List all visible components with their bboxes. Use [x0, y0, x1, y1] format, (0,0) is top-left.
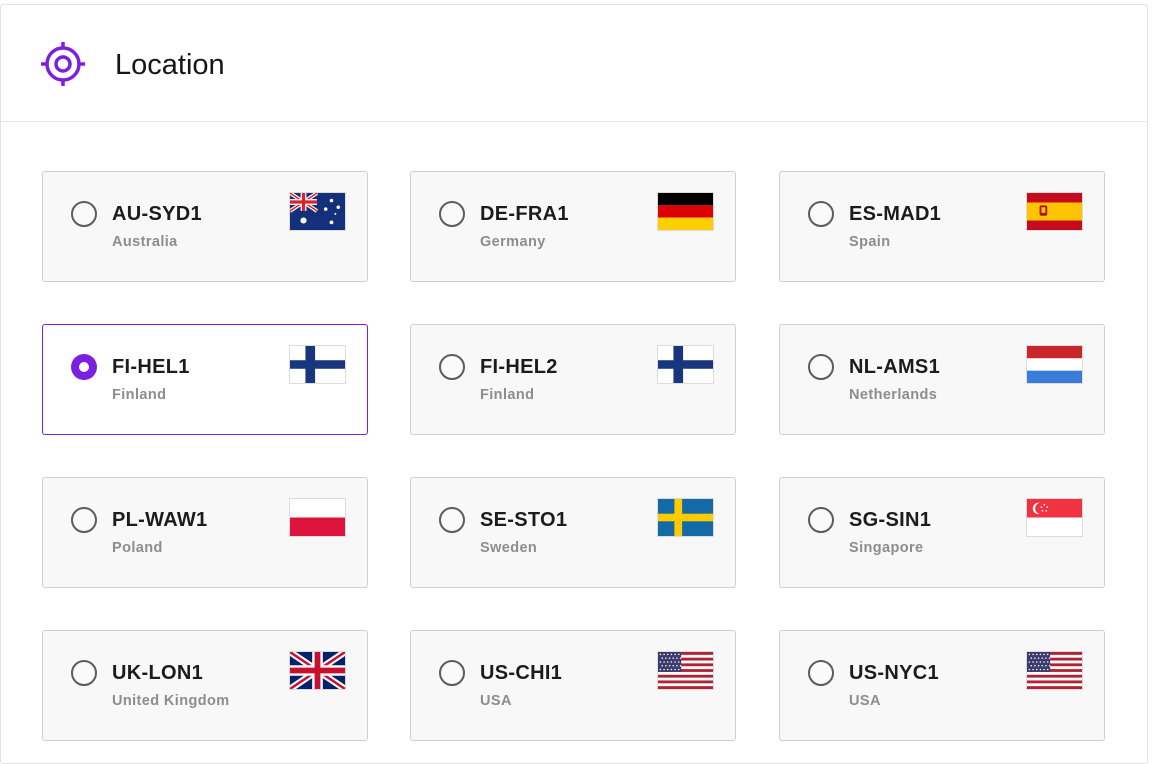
location-card-fi-hel1[interactable]: FI-HEL1 Finland: [42, 324, 368, 435]
location-radio[interactable]: [71, 201, 97, 227]
location-country: Poland: [112, 540, 163, 556]
location-code: SG-SIN1: [849, 509, 932, 531]
location-country: United Kingdom: [112, 693, 230, 709]
location-country: USA: [480, 693, 512, 709]
location-country: Sweden: [480, 540, 538, 556]
location-radio[interactable]: [71, 354, 97, 380]
location-card-au-syd1[interactable]: AU-SYD1 Australia: [42, 171, 368, 282]
location-country: Singapore: [849, 540, 924, 556]
location-radio[interactable]: [808, 660, 834, 686]
location-card-uk-lon1[interactable]: UK-LON1 United Kingdom: [42, 630, 368, 741]
location-card-es-mad1[interactable]: ES-MAD1 Spain: [779, 171, 1105, 282]
location-radio[interactable]: [439, 507, 465, 533]
australia-flag-icon: [289, 192, 346, 231]
finland-flag-icon: [289, 345, 346, 384]
location-card-de-fra1[interactable]: DE-FRA1 Germany: [410, 171, 736, 282]
location-country: Finland: [112, 387, 167, 403]
location-code: US-NYC1: [849, 662, 939, 684]
spain-flag-icon: [1026, 192, 1083, 231]
location-code: DE-FRA1: [480, 203, 569, 225]
netherlands-flag-icon: [1026, 345, 1083, 384]
location-radio[interactable]: [439, 660, 465, 686]
location-code: AU-SYD1: [112, 203, 202, 225]
location-radio[interactable]: [808, 201, 834, 227]
location-radio[interactable]: [71, 660, 97, 686]
location-country: Spain: [849, 234, 891, 250]
sweden-flag-icon: [657, 498, 714, 537]
location-radio[interactable]: [71, 507, 97, 533]
location-country: Australia: [112, 234, 178, 250]
location-radio[interactable]: [439, 201, 465, 227]
location-radio[interactable]: [808, 354, 834, 380]
location-code: PL-WAW1: [112, 509, 208, 531]
location-code: FI-HEL2: [480, 356, 558, 378]
page-title: Location: [115, 49, 225, 81]
location-code: US-CHI1: [480, 662, 563, 684]
usa-flag-icon: [657, 651, 714, 690]
location-country: Germany: [480, 234, 546, 250]
location-code: NL-AMS1: [849, 356, 940, 378]
singapore-flag-icon: [1026, 498, 1083, 537]
location-card-pl-waw1[interactable]: PL-WAW1 Poland: [42, 477, 368, 588]
location-country: Netherlands: [849, 387, 938, 403]
location-card-fi-hel2[interactable]: FI-HEL2 Finland: [410, 324, 736, 435]
location-code: SE-STO1: [480, 509, 568, 531]
location-card-se-sto1[interactable]: SE-STO1 Sweden: [410, 477, 736, 588]
location-code: ES-MAD1: [849, 203, 942, 225]
location-card-us-chi1[interactable]: US-CHI1 USA: [410, 630, 736, 741]
location-country: USA: [849, 693, 881, 709]
finland-flag-icon: [657, 345, 714, 384]
location-header: Location: [1, 5, 1147, 122]
usa-flag-icon: [1026, 651, 1083, 690]
location-card-us-nyc1[interactable]: US-NYC1 USA: [779, 630, 1105, 741]
location-card-nl-ams1[interactable]: NL-AMS1 Netherlands: [779, 324, 1105, 435]
poland-flag-icon: [289, 498, 346, 537]
uk-flag-icon: [289, 651, 346, 690]
location-code: FI-HEL1: [112, 356, 190, 378]
location-radio[interactable]: [439, 354, 465, 380]
location-radio[interactable]: [808, 507, 834, 533]
location-code: UK-LON1: [112, 662, 203, 684]
location-country: Finland: [480, 387, 535, 403]
germany-flag-icon: [657, 192, 714, 231]
location-card-sg-sin1[interactable]: SG-SIN1 Singapore: [779, 477, 1105, 588]
location-target-icon: [41, 42, 85, 86]
